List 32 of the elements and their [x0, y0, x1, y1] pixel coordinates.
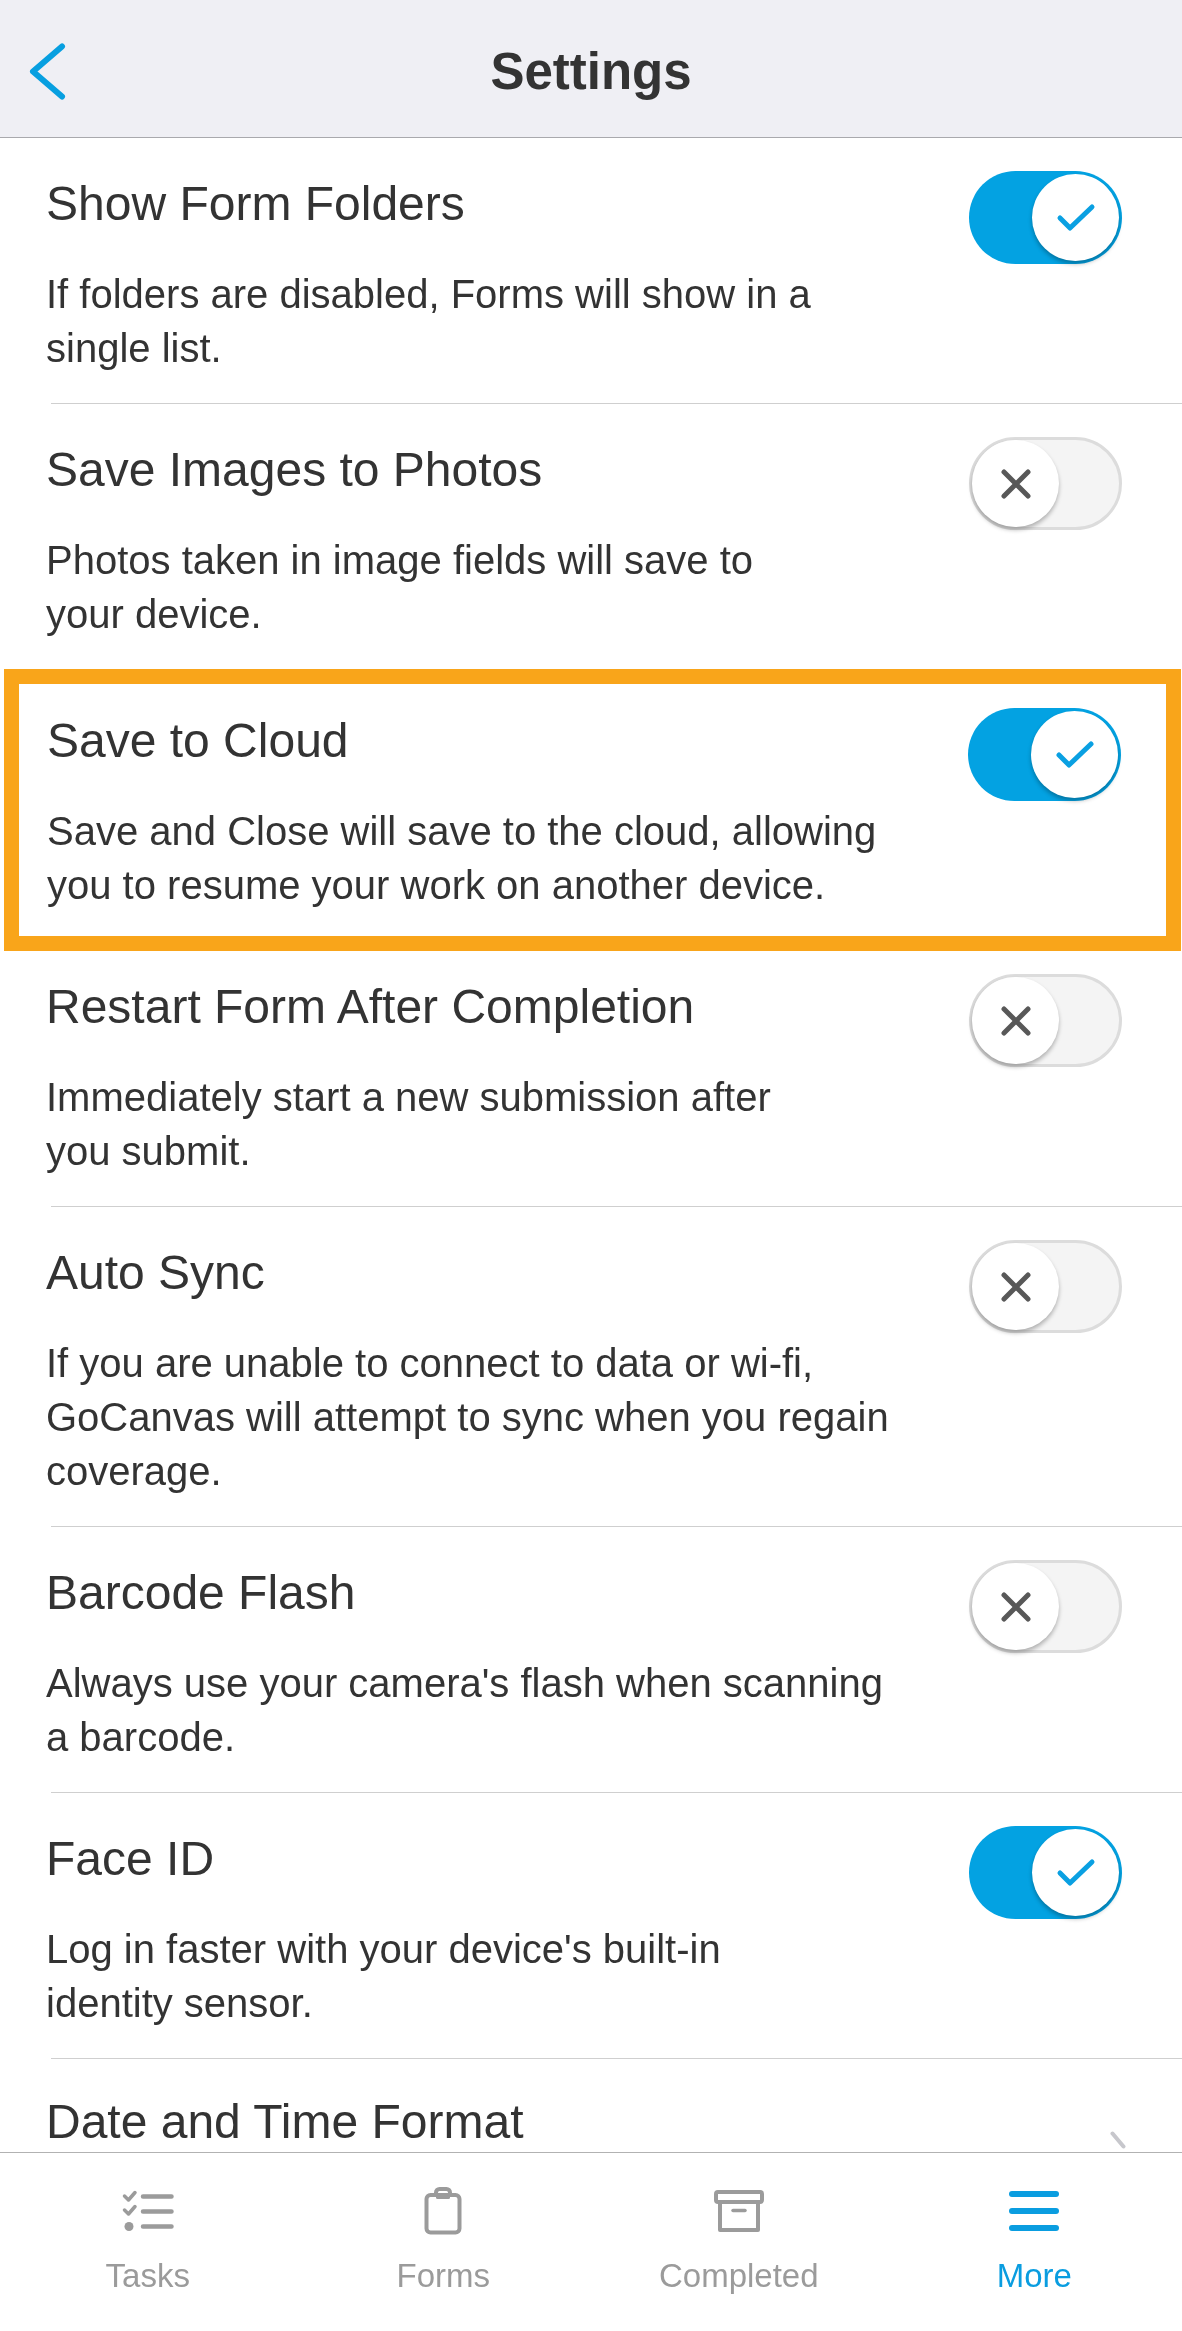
- setting-description: If you are unable to connect to data or wi-fi, GoCanvas will attempt to sync when you regain coverage.: [46, 1340, 890, 1495]
- check-icon: [1054, 739, 1095, 770]
- back-icon[interactable]: [29, 43, 66, 100]
- tab[interactable]: Forms: [295, 2153, 591, 2331]
- setting-title: Barcode Flash: [46, 1565, 357, 1621]
- menu-icon: [1009, 2191, 1060, 2231]
- setting-description: Save and Close will save to the cloud, allowing you to resume your work on another device.: [47, 808, 878, 909]
- setting-title: Save Images to Photos: [46, 442, 544, 498]
- setting-description: If folders are disabled, Forms will show in a single list.: [46, 271, 812, 372]
- cross-icon: [1000, 468, 1031, 499]
- screen-title: Settings: [490, 42, 692, 102]
- check-icon: [1055, 202, 1096, 233]
- setting-description: Log in faster with your device's built-in identity sensor.: [46, 1926, 722, 2027]
- clipboard-icon: [424, 2187, 463, 2235]
- setting-title: Restart Form After Completion: [46, 979, 696, 1035]
- tab[interactable]: More: [886, 2153, 1182, 2331]
- setting-description: Always use your camera's flash when scanning a barcode.: [46, 1660, 884, 1761]
- setting-title: Save to Cloud: [47, 713, 350, 769]
- setting-description: Immediately start a new submission after you submit.: [46, 1074, 772, 1175]
- tab[interactable]: Completed: [591, 2153, 887, 2331]
- setting-title: Show Form Folders: [46, 176, 466, 232]
- cross-icon: [1000, 1271, 1031, 1302]
- setting-description: Photos taken in image fields will save to your device.: [46, 537, 755, 638]
- check-icon: [1055, 1857, 1096, 1888]
- checklist-icon: [121, 2190, 174, 2232]
- cross-icon: [1000, 1005, 1031, 1036]
- cross-icon: [1000, 1591, 1031, 1622]
- setting-title: Auto Sync: [46, 1245, 266, 1301]
- archive-box-icon: [713, 2190, 764, 2232]
- tab[interactable]: Tasks: [0, 2153, 296, 2331]
- setting-title: Date and Time Format: [46, 2097, 525, 2147]
- setting-title: Face ID: [46, 1831, 216, 1887]
